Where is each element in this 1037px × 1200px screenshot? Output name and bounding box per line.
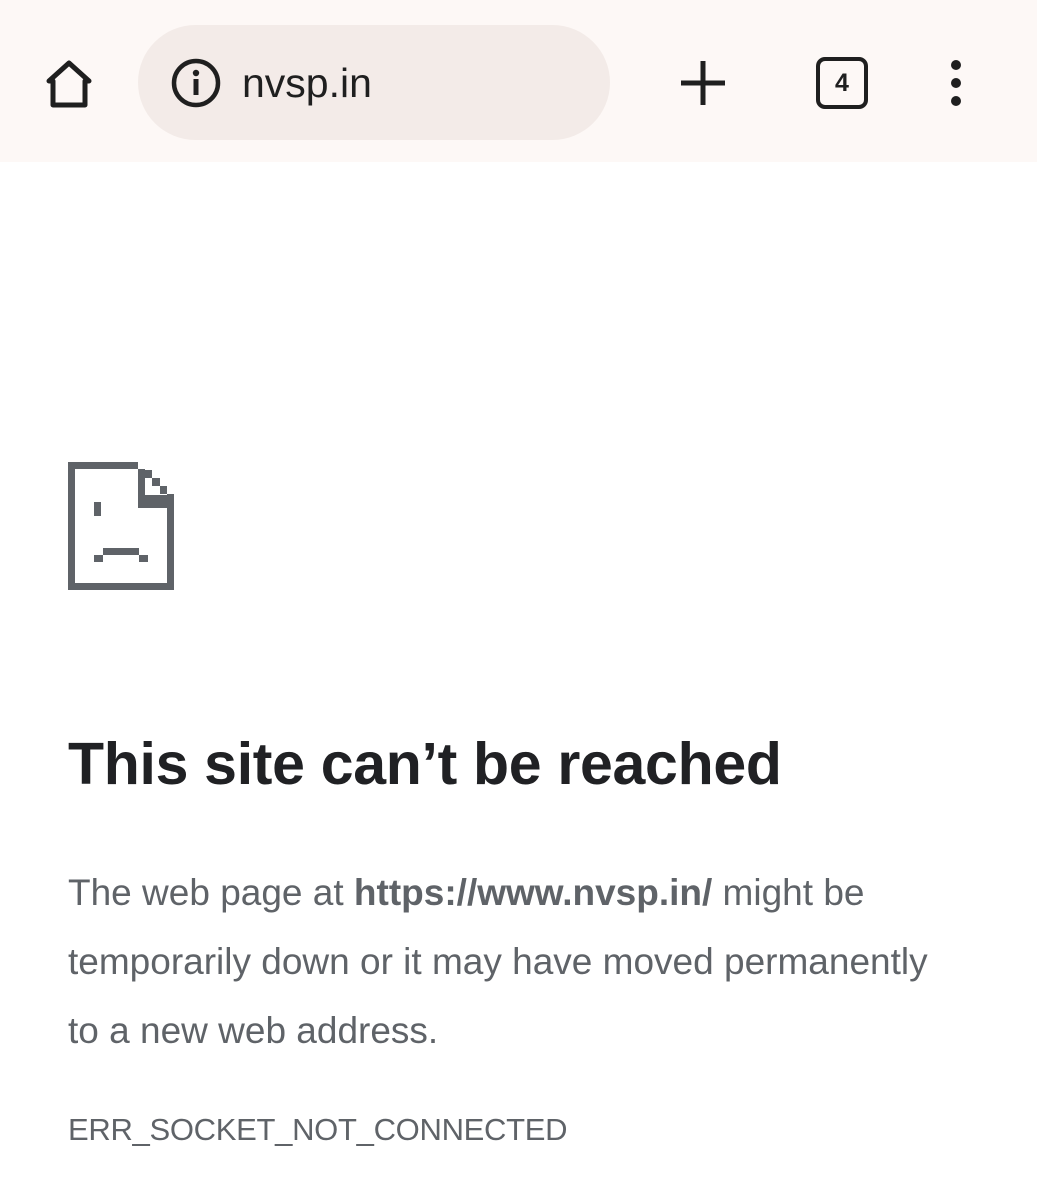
tab-switcher-button[interactable]: 4 bbox=[812, 52, 872, 112]
error-code: ERR_SOCKET_NOT_CONNECTED bbox=[68, 1112, 568, 1147]
info-icon[interactable] bbox=[170, 57, 222, 109]
plus-icon bbox=[681, 61, 725, 105]
error-message-prefix: The web page at bbox=[68, 872, 354, 913]
error-message: The web page at https://www.nvsp.in/ mig… bbox=[68, 858, 968, 1065]
home-icon bbox=[46, 60, 92, 108]
error-message-url: https://www.nvsp.in/ bbox=[353, 872, 713, 913]
new-tab-button[interactable] bbox=[672, 52, 734, 114]
home-button[interactable] bbox=[36, 52, 102, 114]
menu-button[interactable] bbox=[928, 52, 984, 114]
url-text[interactable]: nvsp.in bbox=[242, 53, 372, 113]
error-title: This site can’t be reached bbox=[68, 731, 782, 797]
more-vert-icon bbox=[951, 60, 961, 106]
browser-toolbar: nvsp.in 4 bbox=[0, 0, 1037, 162]
sad-page-icon bbox=[68, 462, 174, 590]
address-bar[interactable]: nvsp.in bbox=[138, 25, 610, 140]
tab-count-badge: 4 bbox=[816, 57, 868, 109]
